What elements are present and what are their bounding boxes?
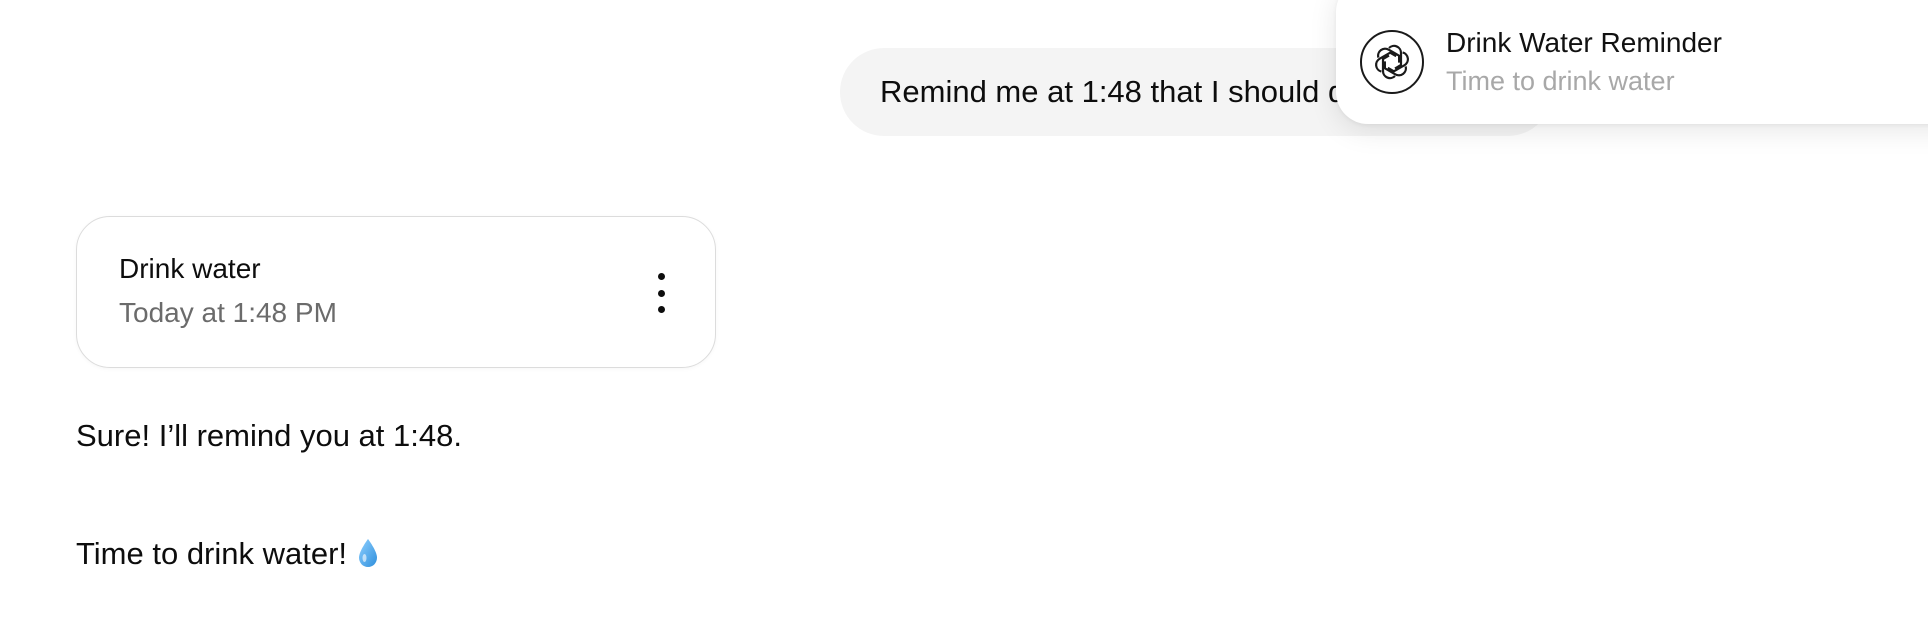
menu-dot: [657, 289, 665, 297]
task-title: Drink water: [119, 253, 261, 284]
notification-title: Drink Water Reminder: [1446, 27, 1722, 58]
task-time: Today at 1:48 PM: [119, 297, 337, 328]
assistant-message: Time to drink water!: [76, 536, 379, 576]
notification-subtitle: Time to drink water: [1446, 66, 1675, 96]
assistant-message: Sure! I’ll remind you at 1:48.: [76, 418, 462, 454]
assistant-message-text: Sure! I’ll remind you at 1:48.: [76, 418, 462, 453]
reminder-notification[interactable]: Drink Water Reminder Time to drink water: [1336, 0, 1928, 124]
water-drop-icon: [357, 538, 379, 576]
notification-text: Drink Water Reminder Time to drink water: [1446, 24, 1722, 100]
more-vertical-icon[interactable]: [649, 273, 673, 313]
assistant-message-text: Time to drink water!: [76, 536, 348, 571]
openai-logo-icon: [1360, 30, 1424, 94]
menu-dot: [657, 306, 665, 313]
menu-dot: [657, 273, 665, 280]
chat-page: Remind me at 1:48 that I should drink wa…: [0, 0, 1928, 620]
reminder-task-card[interactable]: Drink water Today at 1:48 PM: [76, 216, 716, 368]
